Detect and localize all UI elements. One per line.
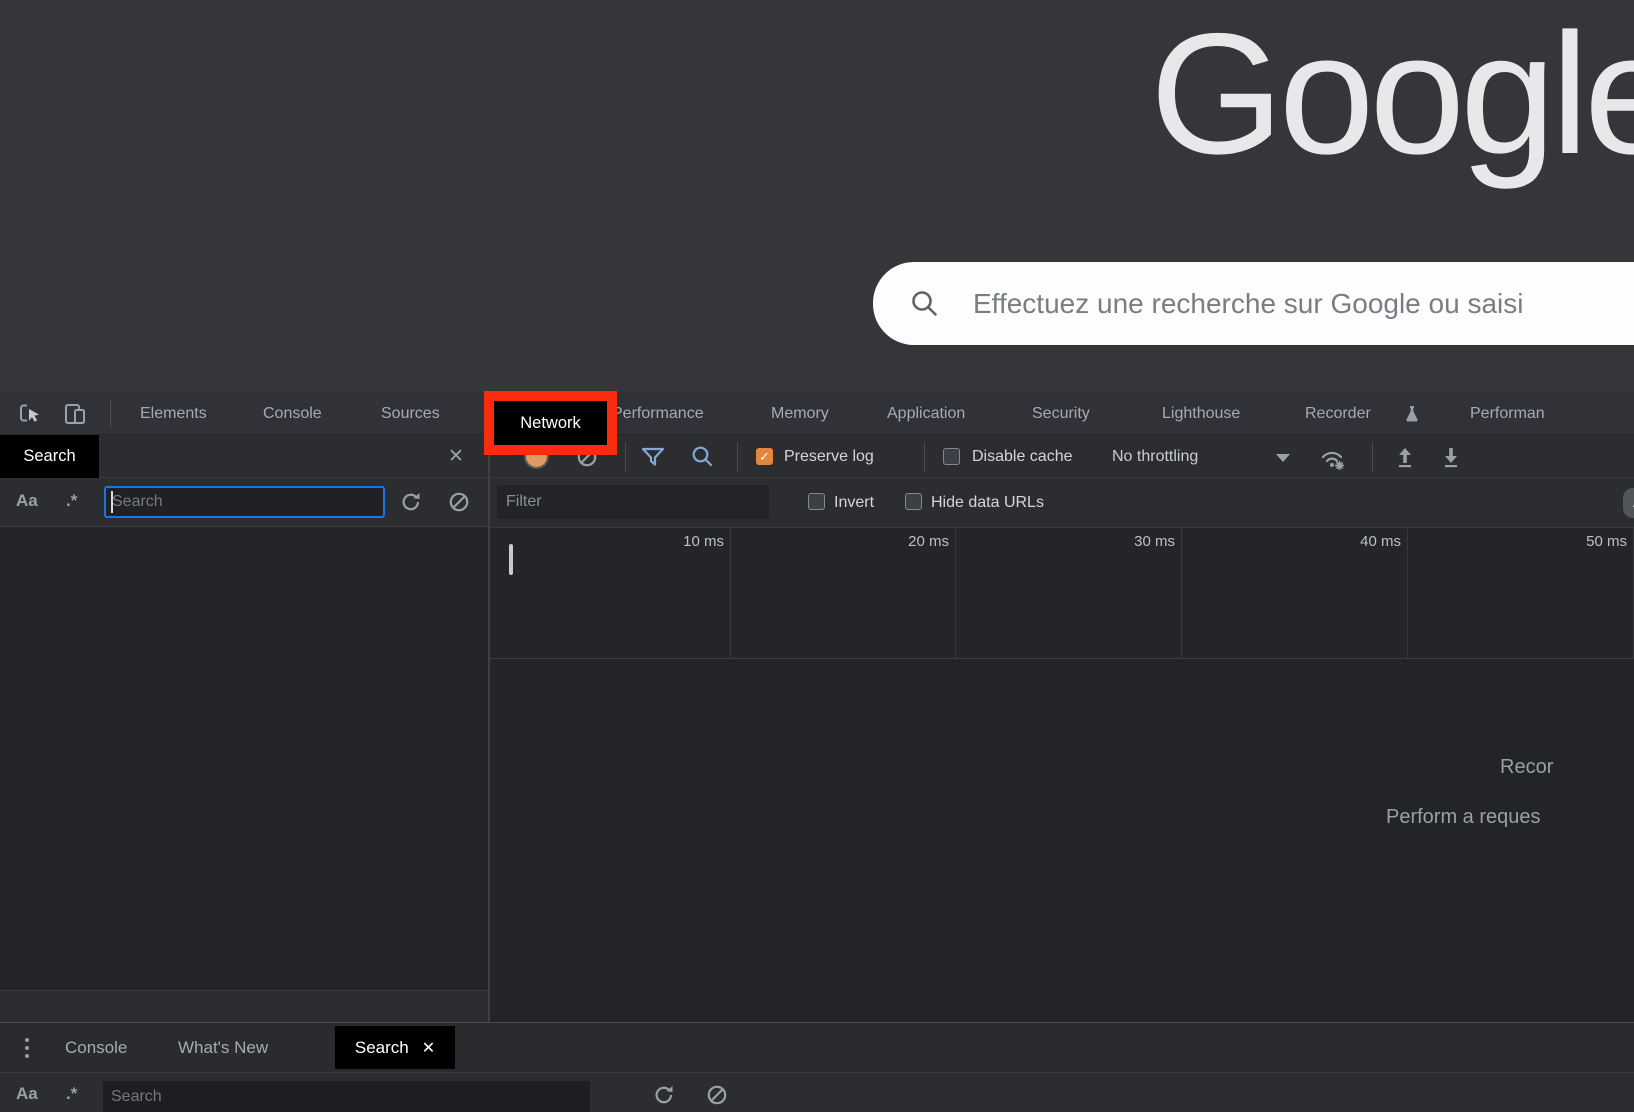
export-har-icon[interactable] bbox=[1438, 444, 1464, 470]
refresh-icon[interactable] bbox=[652, 1083, 676, 1107]
tab-performance-insights[interactable]: Performan bbox=[1470, 392, 1545, 435]
drawer-tab-whats-new[interactable]: What's New bbox=[178, 1023, 268, 1073]
kebab-menu-icon[interactable] bbox=[25, 1038, 29, 1058]
timeline-drag-handle[interactable] bbox=[509, 544, 513, 575]
chevron-down-icon[interactable] bbox=[1276, 454, 1290, 462]
text-caret bbox=[111, 491, 113, 513]
filter-input[interactable] bbox=[497, 485, 769, 519]
preserve-log-label[interactable]: Preserve log bbox=[784, 435, 874, 478]
close-icon[interactable]: ✕ bbox=[448, 435, 464, 478]
separator bbox=[1372, 442, 1373, 472]
refresh-icon[interactable] bbox=[399, 490, 423, 514]
tab-performance[interactable]: Performance bbox=[612, 392, 704, 435]
tab-application[interactable]: Application bbox=[887, 392, 965, 435]
separator bbox=[110, 400, 111, 428]
drawer-tab-console[interactable]: Console bbox=[65, 1023, 127, 1073]
network-toolbar: ✓ Preserve log Disable cache No throttli… bbox=[490, 435, 1634, 478]
gridline bbox=[1181, 528, 1182, 659]
device-toolbar-icon[interactable] bbox=[62, 401, 88, 427]
disable-cache-checkbox[interactable] bbox=[943, 448, 960, 465]
timeline-tick: 40 ms bbox=[1335, 533, 1401, 550]
hide-data-urls-label[interactable]: Hide data URLs bbox=[931, 478, 1044, 528]
timeline-tick: 30 ms bbox=[1109, 533, 1175, 550]
google-logo: Google bbox=[1150, 4, 1634, 185]
google-search-placeholder: Effectuez une recherche sur Google ou sa… bbox=[973, 262, 1523, 345]
gridline bbox=[730, 528, 731, 659]
search-icon bbox=[909, 288, 941, 320]
inspect-cursor-icon[interactable] bbox=[17, 401, 43, 427]
search-results-area bbox=[0, 527, 488, 990]
search-panel-footer bbox=[0, 990, 488, 1022]
hide-data-urls-checkbox[interactable] bbox=[905, 493, 922, 510]
empty-state-line1: Recor bbox=[1500, 756, 1553, 779]
network-filter-bar: Invert Hide data URLs All Fetch/XHR JS C… bbox=[490, 478, 1634, 528]
google-search-bar[interactable]: Effectuez une recherche sur Google ou sa… bbox=[873, 262, 1634, 345]
devtools-tabbar: Elements Console Sources Performance Mem… bbox=[0, 392, 1634, 435]
tab-sources[interactable]: Sources bbox=[381, 392, 440, 435]
tab-console[interactable]: Console bbox=[263, 392, 322, 435]
tab-network-selected[interactable]: Network bbox=[494, 401, 607, 445]
tab-memory[interactable]: Memory bbox=[771, 392, 829, 435]
invert-label[interactable]: Invert bbox=[834, 478, 874, 528]
screen: Google Effectuez une recherche sur Googl… bbox=[0, 0, 1634, 1112]
throttling-select[interactable]: No throttling bbox=[1112, 435, 1198, 478]
tab-recorder[interactable]: Recorder bbox=[1305, 392, 1371, 435]
clear-icon[interactable] bbox=[705, 1083, 729, 1107]
regex-button[interactable]: .* bbox=[66, 1084, 77, 1104]
network-conditions-icon[interactable] bbox=[1318, 444, 1346, 472]
drawer-tab-search-selected[interactable]: Search ✕ bbox=[335, 1026, 455, 1069]
separator bbox=[924, 442, 925, 472]
empty-state-line2: Perform a reques bbox=[1386, 806, 1541, 829]
invert-checkbox[interactable] bbox=[808, 493, 825, 510]
network-timeline-overview[interactable]: 10 ms 20 ms 30 ms 40 ms 50 ms bbox=[490, 528, 1634, 659]
timeline-tick: 50 ms bbox=[1561, 533, 1627, 550]
drawer-tab-search-label: Search bbox=[355, 1038, 409, 1058]
regex-button[interactable]: .* bbox=[66, 491, 77, 511]
filter-type-all[interactable]: All bbox=[1623, 488, 1634, 518]
tab-elements[interactable]: Elements bbox=[140, 392, 207, 435]
separator bbox=[625, 442, 626, 472]
browser-viewport: Google Effectuez une recherche sur Googl… bbox=[0, 0, 1634, 392]
disable-cache-label[interactable]: Disable cache bbox=[972, 435, 1073, 478]
search-network-icon[interactable] bbox=[690, 444, 715, 469]
search-input[interactable] bbox=[104, 486, 385, 518]
clear-icon[interactable] bbox=[447, 490, 471, 514]
close-icon[interactable]: ✕ bbox=[422, 1038, 435, 1058]
match-case-button[interactable]: Aa bbox=[16, 491, 38, 511]
drawer-tabbar: Console What's New bbox=[0, 1022, 1634, 1072]
preserve-log-checkbox[interactable]: ✓ bbox=[756, 448, 773, 465]
filter-icon[interactable] bbox=[640, 445, 666, 469]
network-requests-area: Recor Perform a reques bbox=[490, 659, 1634, 1022]
search-panel-title: Search bbox=[0, 435, 99, 478]
tab-lighthouse[interactable]: Lighthouse bbox=[1162, 392, 1240, 435]
separator bbox=[737, 442, 738, 472]
match-case-button[interactable]: Aa bbox=[16, 1084, 38, 1104]
tab-security[interactable]: Security bbox=[1032, 392, 1090, 435]
timeline-tick: 20 ms bbox=[883, 533, 949, 550]
timeline-tick: 10 ms bbox=[658, 533, 724, 550]
drawer-search-input[interactable] bbox=[103, 1081, 590, 1112]
import-har-icon[interactable] bbox=[1392, 444, 1418, 470]
network-panel: ✓ Preserve log Disable cache No throttli… bbox=[490, 435, 1634, 1022]
gridline bbox=[1407, 528, 1408, 659]
flask-icon bbox=[1402, 404, 1422, 424]
gridline bbox=[955, 528, 956, 659]
